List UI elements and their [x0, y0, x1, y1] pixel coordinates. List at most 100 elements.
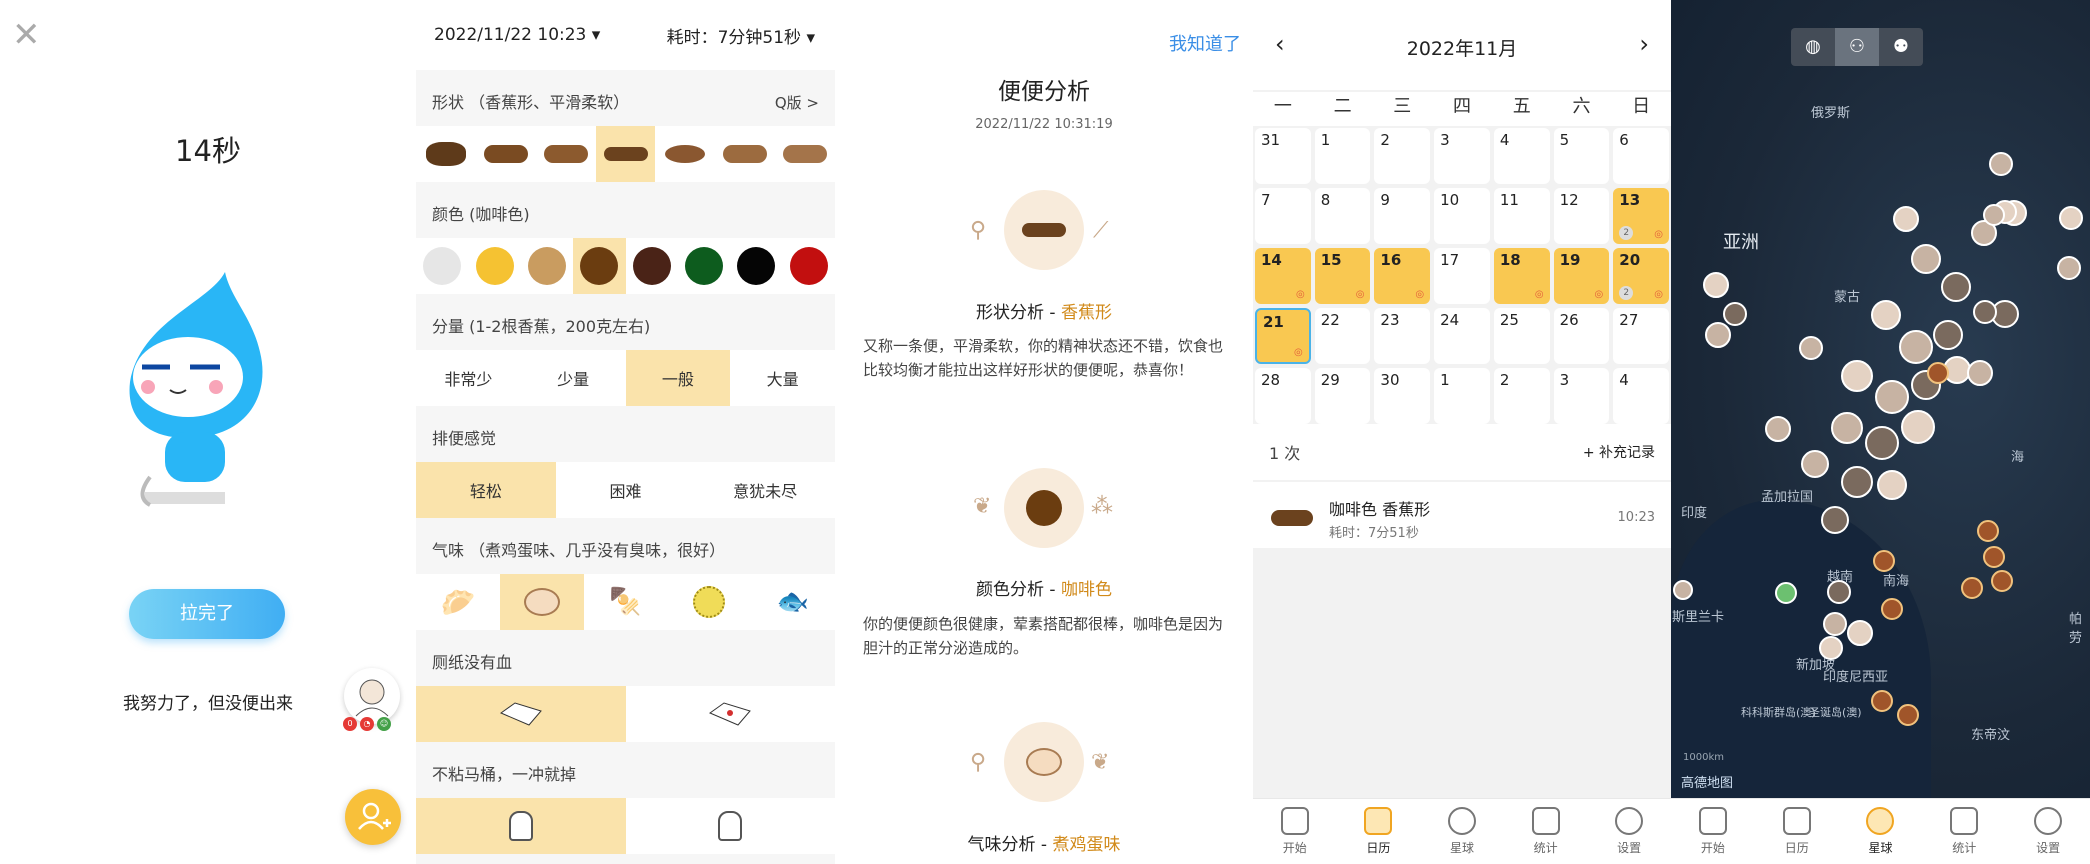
toilet-sticky[interactable]: [626, 798, 836, 854]
tab-stats[interactable]: 统计: [1922, 799, 2006, 864]
tab-stats[interactable]: 统计: [1504, 799, 1588, 864]
user-pin[interactable]: [1871, 300, 1901, 330]
tab-settings[interactable]: 设置: [2006, 799, 2090, 864]
calendar-day[interactable]: 11: [1493, 188, 1550, 244]
user-pin[interactable]: [1723, 302, 1747, 326]
poop-pin[interactable]: [1991, 570, 2013, 592]
user-pin[interactable]: [1841, 466, 1873, 498]
color-option[interactable]: [573, 238, 626, 294]
calendar-day[interactable]: 15 ◎: [1314, 248, 1371, 304]
user-pin[interactable]: [1973, 300, 1997, 324]
paper-blood[interactable]: [626, 686, 836, 742]
cartoon-mode-link[interactable]: Q版 >: [775, 70, 819, 136]
user-pin[interactable]: [1865, 426, 1899, 460]
calendar-day[interactable]: 27: [1613, 308, 1669, 364]
tab-planet[interactable]: 星球: [1839, 799, 1923, 864]
calendar-day[interactable]: 26: [1553, 308, 1610, 364]
shape-option-soft-blobs[interactable]: [655, 126, 715, 182]
calendar-day[interactable]: 22: [1314, 308, 1371, 364]
amount-large[interactable]: 大量: [730, 350, 835, 406]
friends-icon[interactable]: ⚇: [1835, 28, 1879, 66]
calendar-day[interactable]: 12: [1553, 188, 1610, 244]
calendar-day[interactable]: 25: [1493, 308, 1550, 364]
user-pin[interactable]: [1933, 320, 1963, 350]
user-pin[interactable]: [1983, 204, 2005, 226]
user-pin[interactable]: [1941, 272, 1971, 302]
close-icon[interactable]: ✕: [12, 18, 41, 52]
user-pin[interactable]: [1841, 360, 1873, 392]
color-option[interactable]: [678, 238, 730, 294]
user-pin[interactable]: [1673, 580, 1693, 600]
user-pin[interactable]: [1703, 272, 1729, 298]
smell-bun[interactable]: 🥟: [416, 574, 500, 630]
tab-start[interactable]: 开始: [1253, 799, 1337, 864]
calendar-day[interactable]: 13 ◎ 2: [1613, 188, 1669, 244]
poop-pin[interactable]: [1961, 577, 1983, 599]
tab-planet[interactable]: 星球: [1420, 799, 1504, 864]
poop-pin[interactable]: [1977, 520, 1999, 542]
user-pin[interactable]: [1847, 620, 1873, 646]
calendar-day[interactable]: 29: [1314, 368, 1371, 424]
calendar-day[interactable]: 14 ◎: [1255, 248, 1311, 304]
user-pin[interactable]: [1911, 244, 1941, 274]
user-pin[interactable]: [1765, 416, 1791, 442]
finish-button[interactable]: 拉完了: [129, 589, 285, 639]
user-pin[interactable]: [1899, 330, 1933, 364]
user-pin[interactable]: [1827, 580, 1851, 604]
calendar-day[interactable]: 2: [1493, 368, 1550, 424]
amount-normal[interactable]: 一般: [625, 350, 731, 406]
amount-little[interactable]: 少量: [521, 350, 626, 406]
calendar-day[interactable]: 20 ◎ 2: [1613, 248, 1669, 304]
calendar-day[interactable]: 5: [1553, 128, 1610, 184]
smell-egg[interactable]: [499, 574, 584, 630]
calendar-day[interactable]: 31: [1255, 128, 1311, 184]
shape-option-sausage-lumpy[interactable]: [476, 126, 536, 182]
calendar-day[interactable]: 1: [1434, 368, 1490, 424]
add-record-button[interactable]: + 补充记录: [1583, 442, 1655, 462]
person-icon[interactable]: ⚉: [1879, 28, 1923, 66]
tab-calendar[interactable]: 日历: [1755, 799, 1839, 864]
user-pin[interactable]: [1877, 470, 1907, 500]
user-pin[interactable]: [1901, 410, 1935, 444]
next-month-icon[interactable]: ›: [1639, 30, 1649, 58]
feel-incomplete[interactable]: 意犹未尽: [695, 462, 835, 518]
calendar-day[interactable]: 2: [1374, 128, 1431, 184]
calendar-day[interactable]: 30: [1374, 368, 1431, 424]
color-option[interactable]: [730, 238, 782, 294]
calendar-day[interactable]: 10: [1434, 188, 1490, 244]
calendar-day[interactable]: 4: [1493, 128, 1550, 184]
smell-fish[interactable]: 🐟: [751, 574, 835, 630]
shape-option-banana[interactable]: [595, 126, 656, 182]
shape-option-mushy[interactable]: [715, 126, 775, 182]
user-pin[interactable]: [1775, 582, 1797, 604]
paper-no-blood[interactable]: [416, 686, 626, 742]
calendar-day[interactable]: 24: [1434, 308, 1490, 364]
duration-picker[interactable]: 耗时：7分钟51秒 ▾: [667, 23, 815, 48]
feel-easy[interactable]: 轻松: [416, 462, 556, 518]
user-pin[interactable]: [1799, 336, 1823, 360]
calendar-day[interactable]: 1: [1314, 128, 1371, 184]
color-option[interactable]: [521, 238, 573, 294]
calendar-day[interactable]: 9: [1374, 188, 1431, 244]
toilet-clean[interactable]: [416, 798, 626, 854]
user-pin[interactable]: [2059, 206, 2083, 230]
calendar-day[interactable]: 16 ◎: [1374, 248, 1431, 304]
calendar-day[interactable]: 7: [1255, 188, 1311, 244]
friend-avatar-button[interactable]: [344, 668, 400, 724]
calendar-day[interactable]: 4: [1613, 368, 1669, 424]
user-pin[interactable]: [1705, 322, 1731, 348]
color-option[interactable]: [783, 238, 835, 294]
got-it-button[interactable]: 我知道了: [1169, 30, 1241, 56]
feel-difficult[interactable]: 困难: [556, 462, 696, 518]
user-pin[interactable]: [1823, 612, 1847, 636]
tab-calendar[interactable]: 日历: [1337, 799, 1421, 864]
poop-pin[interactable]: [1881, 598, 1903, 620]
calendar-day[interactable]: 6: [1613, 128, 1669, 184]
user-pin[interactable]: [1989, 152, 2013, 176]
datetime-picker[interactable]: 2022/11/22 10:23 ▾: [434, 25, 600, 45]
calendar-day[interactable]: 8: [1314, 188, 1371, 244]
user-pin[interactable]: [2057, 256, 2081, 280]
user-pin[interactable]: [1801, 450, 1829, 478]
color-option[interactable]: [416, 238, 468, 294]
poop-pin[interactable]: [1871, 690, 1893, 712]
